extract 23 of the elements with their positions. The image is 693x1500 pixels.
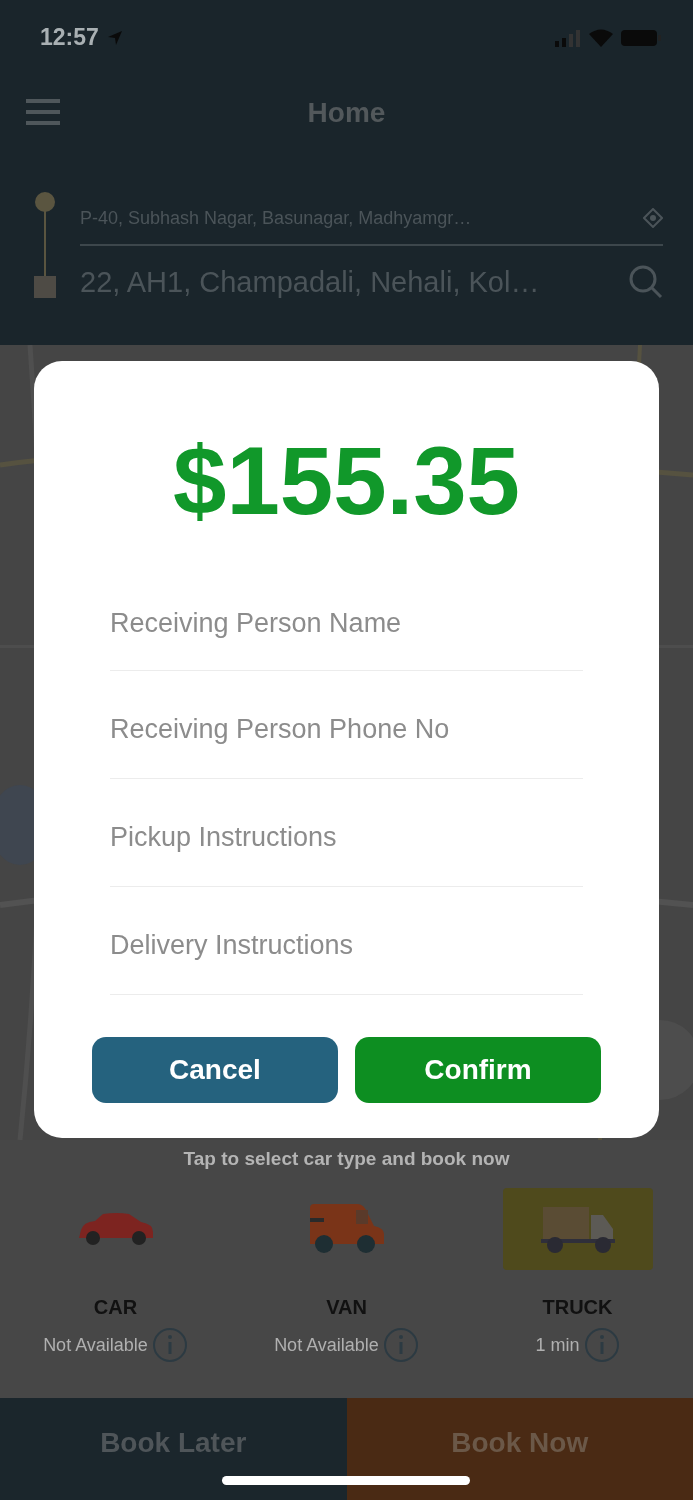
- vehicle-eta: Not Available: [43, 1334, 148, 1356]
- vehicle-hint: Tap to select car type and book now: [183, 1148, 510, 1170]
- cancel-button[interactable]: Cancel: [92, 1037, 338, 1103]
- signal-icon: [555, 28, 581, 47]
- confirm-button[interactable]: Confirm: [355, 1037, 601, 1103]
- status-time: 12:57: [40, 24, 99, 51]
- battery-icon: [621, 28, 661, 47]
- wifi-icon: [589, 28, 613, 47]
- info-icon[interactable]: [382, 1327, 419, 1363]
- vehicle-eta: 1 min: [535, 1334, 580, 1356]
- car-icon: [76, 1212, 155, 1246]
- vehicle-eta: Not Available: [274, 1334, 379, 1356]
- route-line-icon: [32, 192, 58, 298]
- search-icon[interactable]: [629, 265, 663, 299]
- price: $155.35: [173, 433, 520, 529]
- info-icon[interactable]: [151, 1327, 188, 1363]
- location-arrow-icon: [106, 29, 123, 46]
- info-icon[interactable]: [583, 1327, 620, 1363]
- van-icon: [307, 1204, 386, 1254]
- vehicle-option[interactable]: [502, 1188, 653, 1270]
- location-target-icon[interactable]: [643, 208, 663, 228]
- screen-title: Home: [307, 96, 386, 129]
- menu-icon[interactable]: [26, 99, 60, 125]
